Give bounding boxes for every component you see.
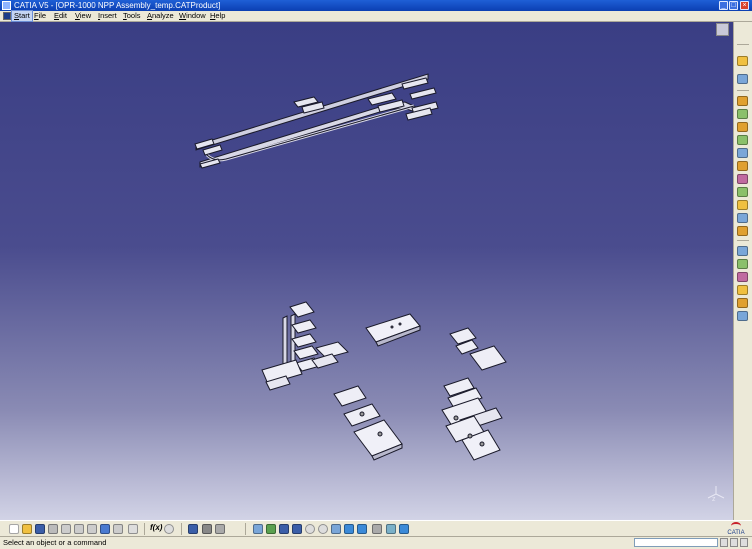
zoom-in-icon[interactable] <box>305 524 315 534</box>
zoom-out-icon[interactable] <box>318 524 328 534</box>
compass-icon[interactable] <box>716 23 729 36</box>
open-icon[interactable] <box>22 524 32 534</box>
close-icon[interactable]: × <box>740 1 749 10</box>
toolbar-separator <box>144 523 145 535</box>
menu-edit[interactable]: Edit <box>54 11 67 21</box>
manage-representations-icon[interactable] <box>737 200 748 210</box>
graph-tree-reorder-icon[interactable] <box>737 161 748 171</box>
menu-analyze[interactable]: Analyze <box>147 11 174 21</box>
axis-label: z <box>712 496 716 503</box>
fit-all-icon[interactable] <box>266 524 276 534</box>
fast-multi-instantiation-icon[interactable] <box>737 226 748 236</box>
cut-icon[interactable] <box>61 524 71 534</box>
command-input[interactable] <box>634 538 718 547</box>
swap-space-icon[interactable] <box>386 524 396 534</box>
assembly-geometry <box>194 73 725 499</box>
component-icon[interactable] <box>737 109 748 119</box>
toolbar-separator <box>245 523 246 535</box>
right-toolbar <box>733 22 752 520</box>
command-button-icon[interactable] <box>730 538 738 547</box>
maximize-icon[interactable]: □ <box>729 1 738 10</box>
rail-assembly[interactable] <box>194 73 439 169</box>
fly-mode-icon[interactable] <box>737 74 748 84</box>
multi-instantiation-icon[interactable] <box>737 213 748 223</box>
redo-icon[interactable] <box>113 524 123 534</box>
selective-load-icon[interactable] <box>737 187 748 197</box>
stop-manipulate-icon[interactable] <box>737 285 748 295</box>
render-style-icon[interactable] <box>357 524 367 534</box>
formula-icon[interactable]: f(x) <box>150 523 162 532</box>
undo-icon[interactable] <box>100 524 110 534</box>
toolbar-separator <box>737 44 749 45</box>
new-icon[interactable] <box>9 524 19 534</box>
menu-tools[interactable]: Tools <box>123 11 141 21</box>
start-logo-icon[interactable] <box>3 12 11 20</box>
toolbar-separator <box>737 90 749 91</box>
menu-file[interactable]: File <box>34 11 46 21</box>
menu-view[interactable]: View <box>75 11 91 21</box>
part-icon[interactable] <box>737 122 748 132</box>
paste-icon[interactable] <box>87 524 97 534</box>
floor-plate[interactable] <box>365 313 421 347</box>
select-arrow-icon[interactable] <box>737 56 748 66</box>
select-set-icon[interactable] <box>202 524 212 534</box>
menu-help[interactable]: Help <box>210 11 225 21</box>
hide-show-icon[interactable] <box>372 524 382 534</box>
axis-triad-icon[interactable] <box>707 486 725 499</box>
existing-component-icon[interactable] <box>737 135 748 145</box>
pan-icon[interactable] <box>279 524 289 534</box>
rotate-icon[interactable] <box>292 524 302 534</box>
display-mode-icon[interactable] <box>215 524 225 534</box>
toolbar-separator <box>737 240 749 241</box>
bracket-group-right[interactable] <box>449 327 507 371</box>
status-message: Select an object or a command <box>3 538 107 547</box>
snap-icon[interactable] <box>737 259 748 269</box>
isometric-view-icon[interactable] <box>344 524 354 534</box>
catia-logo-icon <box>731 522 741 530</box>
whats-this-icon[interactable] <box>128 524 138 534</box>
catia-logo: CATIA <box>722 521 750 537</box>
bottom-toolbar: f(x) CATIA <box>0 520 752 536</box>
knowledge-icon[interactable] <box>164 524 174 534</box>
view-icon[interactable] <box>399 524 409 534</box>
command-button-icon[interactable] <box>720 538 728 547</box>
clash-analysis-icon[interactable] <box>737 298 748 308</box>
fly-icon[interactable] <box>253 524 263 534</box>
replace-component-icon[interactable] <box>737 148 748 158</box>
sectioning-icon[interactable] <box>737 311 748 321</box>
command-button-icon[interactable] <box>740 538 748 547</box>
window-title: CATIA V5 - [OPR-1000 NPP Assembly_temp.C… <box>14 1 221 10</box>
status-bar: Select an object or a command <box>0 536 752 549</box>
3d-viewport[interactable]: z <box>0 22 733 520</box>
menu-window[interactable]: Window <box>179 11 206 21</box>
save-icon[interactable] <box>35 524 45 534</box>
title-bar: CATIA V5 - [OPR-1000 NPP Assembly_temp.C… <box>0 0 752 11</box>
manipulation-icon[interactable] <box>737 246 748 256</box>
generate-numbering-icon[interactable] <box>737 174 748 184</box>
minimize-icon[interactable]: _ <box>719 1 728 10</box>
tower-structure[interactable] <box>261 301 349 391</box>
menu-bar: Start File Edit View Insert Tools Analyz… <box>0 10 752 22</box>
catia-app-icon[interactable] <box>2 1 11 10</box>
copy-icon[interactable] <box>74 524 84 534</box>
catalog-icon[interactable] <box>188 524 198 534</box>
normal-view-icon[interactable] <box>331 524 341 534</box>
menu-insert[interactable]: Insert <box>98 11 117 21</box>
print-icon[interactable] <box>48 524 58 534</box>
support-cluster[interactable] <box>441 377 503 461</box>
menu-start[interactable]: Start <box>11 10 33 22</box>
product-icon[interactable] <box>737 96 748 106</box>
toolbar-separator <box>181 523 182 535</box>
explode-icon[interactable] <box>737 272 748 282</box>
plate-group-lower[interactable] <box>333 385 403 461</box>
